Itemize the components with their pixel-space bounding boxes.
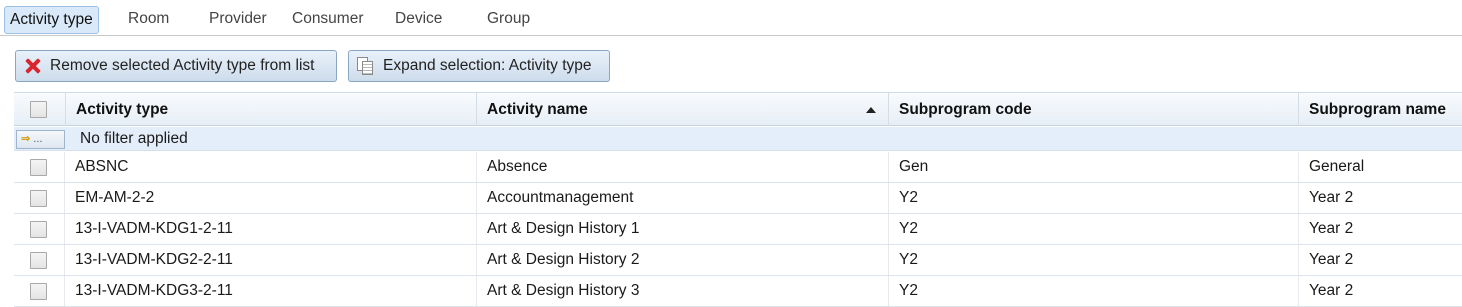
row-checkbox[interactable] [30, 159, 47, 176]
column-header-subprogram-code[interactable]: Subprogram code [888, 93, 1298, 126]
table-row[interactable]: 13-I-VADM-KDG3-2-11 Art & Design History… [14, 276, 1462, 307]
documents-icon [357, 57, 375, 75]
table-row[interactable]: 13-I-VADM-KDG2-2-11 Art & Design History… [14, 245, 1462, 276]
row-checkbox[interactable] [30, 252, 47, 269]
tab-activity-type[interactable]: Activity type [4, 6, 99, 34]
cell-activity-type: ABSNC [64, 152, 476, 182]
column-header-activity-name[interactable]: Activity name [476, 93, 888, 126]
table-row[interactable]: EM-AM-2-2 Accountmanagement Y2 Year 2 [14, 183, 1462, 214]
cell-activity-type: 13-I-VADM-KDG2-2-11 [64, 245, 476, 275]
column-header-activity-type[interactable]: Activity type [65, 93, 476, 126]
tab-room[interactable]: Room [123, 6, 174, 34]
column-header-activity-name-label: Activity name [487, 101, 588, 118]
row-checkbox[interactable] [30, 190, 47, 207]
select-all-checkbox[interactable] [30, 101, 47, 118]
cell-activity-name: Accountmanagement [476, 183, 888, 213]
close-x-icon [24, 57, 42, 75]
cell-subprogram-code: Y2 [888, 276, 1298, 306]
filter-status: No filter applied [80, 130, 188, 147]
grid-header: Activity type Activity name Subprogram c… [14, 92, 1462, 126]
tab-provider[interactable]: Provider [204, 6, 272, 34]
cell-subprogram-name: General [1298, 152, 1462, 182]
tab-consumer[interactable]: Consumer [287, 6, 369, 34]
row-checkbox[interactable] [30, 283, 47, 300]
cell-activity-name: Art & Design History 3 [476, 276, 888, 306]
sort-ascending-icon [866, 107, 876, 113]
expand-selection-button[interactable]: Expand selection: Activity type [348, 50, 610, 82]
cell-activity-type: EM-AM-2-2 [64, 183, 476, 213]
cell-subprogram-name: Year 2 [1298, 183, 1462, 213]
cell-activity-name: Art & Design History 1 [476, 214, 888, 244]
remove-selected-button[interactable]: Remove selected Activity type from list [15, 50, 337, 82]
expand-selection-label: Expand selection: Activity type [383, 57, 592, 74]
filter-button-label: ... [33, 133, 43, 145]
cell-activity-type: 13-I-VADM-KDG3-2-11 [64, 276, 476, 306]
table-row[interactable]: 13-I-VADM-KDG1-2-11 Art & Design History… [14, 214, 1462, 245]
cell-subprogram-code: Y2 [888, 183, 1298, 213]
cell-subprogram-code: Gen [888, 152, 1298, 182]
filter-row: ⇒ ... No filter applied [14, 127, 1462, 151]
row-checkbox[interactable] [30, 221, 47, 238]
tab-device[interactable]: Device [390, 6, 447, 34]
filter-button[interactable]: ⇒ ... [16, 130, 65, 149]
cell-subprogram-name: Year 2 [1298, 245, 1462, 275]
filter-arrow-icon: ⇒ [21, 133, 31, 145]
remove-selected-label: Remove selected Activity type from list [50, 57, 315, 74]
cell-activity-name: Absence [476, 152, 888, 182]
column-header-subprogram-name[interactable]: Subprogram name [1298, 93, 1462, 126]
cell-subprogram-name: Year 2 [1298, 214, 1462, 244]
table-row[interactable]: ABSNC Absence Gen General [14, 152, 1462, 183]
cell-subprogram-name: Year 2 [1298, 276, 1462, 306]
tab-group[interactable]: Group [482, 6, 535, 34]
cell-subprogram-code: Y2 [888, 245, 1298, 275]
tab-bar: Activity type Room Provider Consumer Dev… [0, 0, 1462, 36]
cell-activity-type: 13-I-VADM-KDG1-2-11 [64, 214, 476, 244]
cell-activity-name: Art & Design History 2 [476, 245, 888, 275]
cell-subprogram-code: Y2 [888, 214, 1298, 244]
